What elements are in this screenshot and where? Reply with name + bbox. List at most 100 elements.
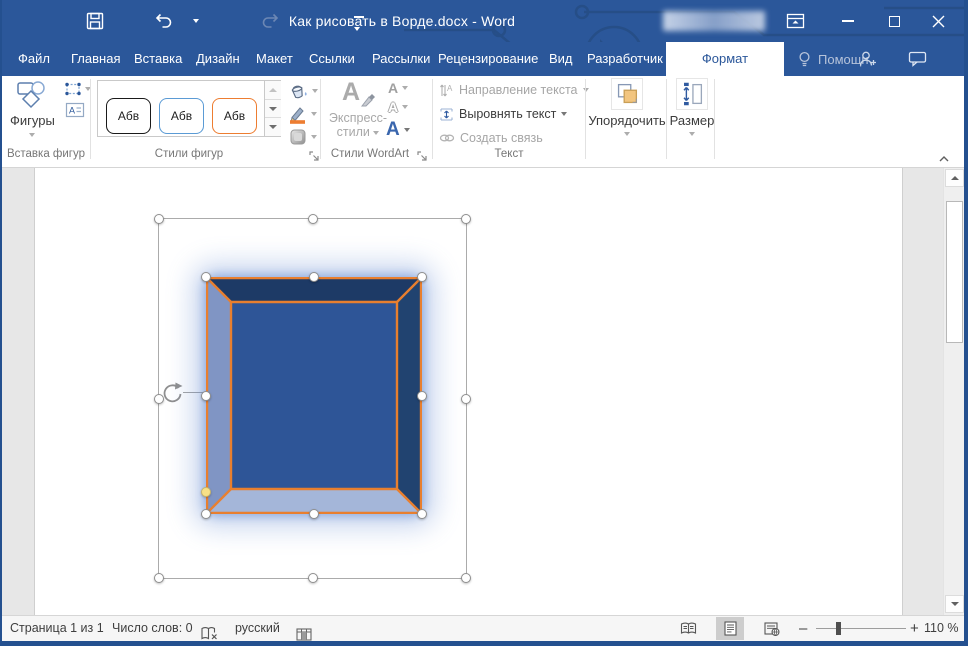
scrollbar-thumb[interactable] bbox=[946, 201, 963, 343]
tab-developer[interactable]: Разработчик bbox=[587, 42, 663, 76]
group-label-shape-styles: Стили фигур bbox=[154, 148, 224, 160]
align-text-label: Выровнять текст bbox=[459, 107, 557, 121]
canvas-handle-top-right[interactable] bbox=[461, 214, 471, 224]
bevel-frame-shape[interactable] bbox=[201, 272, 427, 519]
tab-view[interactable]: Вид bbox=[549, 42, 573, 76]
tab-review[interactable]: Рецензирование bbox=[438, 42, 538, 76]
text-direction-label: Направление текста bbox=[459, 83, 578, 97]
web-layout-icon bbox=[764, 621, 780, 636]
canvas-handle-top-center[interactable] bbox=[307, 214, 318, 224]
lightbulb-icon bbox=[799, 51, 810, 66]
status-bar: Страница 1 из 1 Число слов: 0 русский – … bbox=[2, 615, 964, 641]
shape-handle-bottom-center[interactable] bbox=[309, 509, 319, 519]
zoom-out-button[interactable]: – bbox=[799, 616, 807, 641]
close-button[interactable] bbox=[918, 0, 958, 42]
wordart-dialog-launcher-icon[interactable] bbox=[416, 150, 428, 162]
tab-format-active[interactable]: Формат bbox=[666, 42, 784, 76]
size-icon bbox=[676, 78, 708, 110]
read-mode-button[interactable] bbox=[674, 617, 702, 640]
link-icon bbox=[439, 134, 455, 142]
group-label-wordart: Стили WordArt bbox=[330, 148, 410, 160]
text-direction-icon: А bbox=[440, 84, 453, 96]
comments-button[interactable] bbox=[908, 42, 927, 76]
arrange-icon bbox=[611, 78, 643, 110]
text-effects-button[interactable]: А bbox=[386, 118, 410, 142]
shape-adjust-handle[interactable] bbox=[201, 487, 211, 497]
zoom-in-button[interactable]: + bbox=[910, 616, 919, 641]
shape-styles-gallery: Абв Абв Абв bbox=[97, 80, 281, 137]
rotate-handle-icon[interactable] bbox=[160, 381, 184, 405]
shape-handle-top-right[interactable] bbox=[417, 272, 427, 282]
language-indicator[interactable]: русский bbox=[235, 616, 280, 641]
shape-fill-button[interactable] bbox=[288, 80, 318, 102]
arrange-label: Упорядочить bbox=[588, 113, 666, 128]
shape-handle-bottom-left[interactable] bbox=[201, 509, 211, 519]
canvas-handle-middle-left[interactable] bbox=[154, 393, 164, 404]
ribbon-format-tools: Фигуры А Вставка фигур Абв Абв Абв Стили… bbox=[2, 76, 964, 168]
gallery-more-button[interactable] bbox=[265, 118, 281, 137]
canvas-handle-bottom-center[interactable] bbox=[307, 573, 318, 583]
svg-text:А: А bbox=[69, 106, 75, 116]
size-label: Размер bbox=[669, 113, 715, 128]
shape-style-thumb-blue[interactable]: Абв bbox=[159, 98, 204, 134]
canvas-handle-bottom-right[interactable] bbox=[461, 573, 471, 583]
canvas-handle-top-left[interactable] bbox=[154, 214, 164, 224]
chat-bubble-icon bbox=[908, 51, 927, 67]
shape-style-thumb-black[interactable]: Абв bbox=[106, 98, 151, 134]
shape-handle-bottom-right[interactable] bbox=[417, 509, 427, 519]
shape-style-thumb-orange[interactable]: Абв bbox=[212, 98, 257, 134]
page-indicator[interactable]: Страница 1 из 1 bbox=[10, 616, 104, 641]
word-count[interactable]: Число слов: 0 bbox=[112, 616, 193, 641]
web-layout-button[interactable] bbox=[758, 617, 786, 640]
tab-references[interactable]: Ссылки bbox=[309, 42, 355, 76]
scroll-down-button[interactable] bbox=[945, 595, 964, 613]
text-outline-button: А bbox=[388, 98, 409, 116]
gallery-scroll-down-button[interactable] bbox=[265, 99, 281, 119]
tab-mailings[interactable]: Рассылки bbox=[372, 42, 430, 76]
proofing-errors-icon[interactable] bbox=[200, 621, 218, 646]
ribbon-display-options-button[interactable] bbox=[775, 0, 815, 42]
scroll-up-button[interactable] bbox=[945, 169, 964, 187]
print-layout-button[interactable] bbox=[716, 617, 744, 640]
share-button[interactable] bbox=[858, 42, 878, 76]
align-text-button[interactable]: Выровнять текст bbox=[439, 105, 568, 123]
tab-home[interactable]: Главная bbox=[71, 42, 120, 76]
shape-effects-button[interactable] bbox=[288, 126, 318, 148]
text-fill-button: А bbox=[388, 79, 409, 97]
vertical-scrollbar[interactable] bbox=[943, 168, 964, 615]
shape-handle-top-center[interactable] bbox=[309, 272, 319, 282]
minimize-button[interactable] bbox=[828, 0, 868, 42]
shape-handle-middle-right[interactable] bbox=[417, 390, 427, 401]
text-box-button[interactable]: А bbox=[65, 102, 85, 123]
shape-styles-dialog-launcher-icon[interactable] bbox=[308, 150, 320, 162]
macro-icon[interactable] bbox=[296, 622, 312, 646]
collapse-ribbon-icon[interactable] bbox=[938, 154, 950, 164]
canvas-handle-middle-right[interactable] bbox=[461, 393, 471, 404]
arrange-button[interactable]: Упорядочить bbox=[588, 78, 666, 136]
tab-layout[interactable]: Макет bbox=[256, 42, 293, 76]
shapes-button[interactable]: Фигуры bbox=[10, 78, 55, 137]
word-window: Как рисовать в Ворде.docx - Word Файл Гл… bbox=[0, 0, 968, 646]
zoom-slider-handle[interactable] bbox=[836, 622, 841, 635]
create-link-label: Создать связь bbox=[460, 131, 543, 145]
edit-shape-button[interactable] bbox=[64, 81, 91, 97]
zoom-level[interactable]: 110 % bbox=[924, 616, 959, 641]
shape-outline-button[interactable] bbox=[288, 103, 318, 125]
zoom-slider-track[interactable] bbox=[816, 628, 906, 629]
canvas-handle-bottom-left[interactable] bbox=[154, 573, 164, 583]
shape-handle-middle-left[interactable] bbox=[201, 390, 211, 401]
shape-outline-icon bbox=[290, 107, 305, 124]
tab-insert[interactable]: Вставка bbox=[134, 42, 182, 76]
maximize-button[interactable] bbox=[874, 0, 914, 42]
create-link-button: Создать связь bbox=[439, 129, 543, 147]
tab-design[interactable]: Дизайн bbox=[196, 42, 240, 76]
shapes-button-label: Фигуры bbox=[10, 113, 55, 128]
quick-styles-icon: А bbox=[338, 78, 378, 110]
shape-handle-top-left[interactable] bbox=[201, 272, 211, 282]
size-button[interactable]: Размер bbox=[670, 78, 714, 136]
shape-fill-icon bbox=[291, 85, 307, 99]
tab-file[interactable]: Файл bbox=[18, 42, 50, 76]
frame-shape-graphic bbox=[205, 276, 423, 515]
text-box-icon: А bbox=[65, 102, 85, 118]
gallery-scroll bbox=[264, 81, 281, 137]
